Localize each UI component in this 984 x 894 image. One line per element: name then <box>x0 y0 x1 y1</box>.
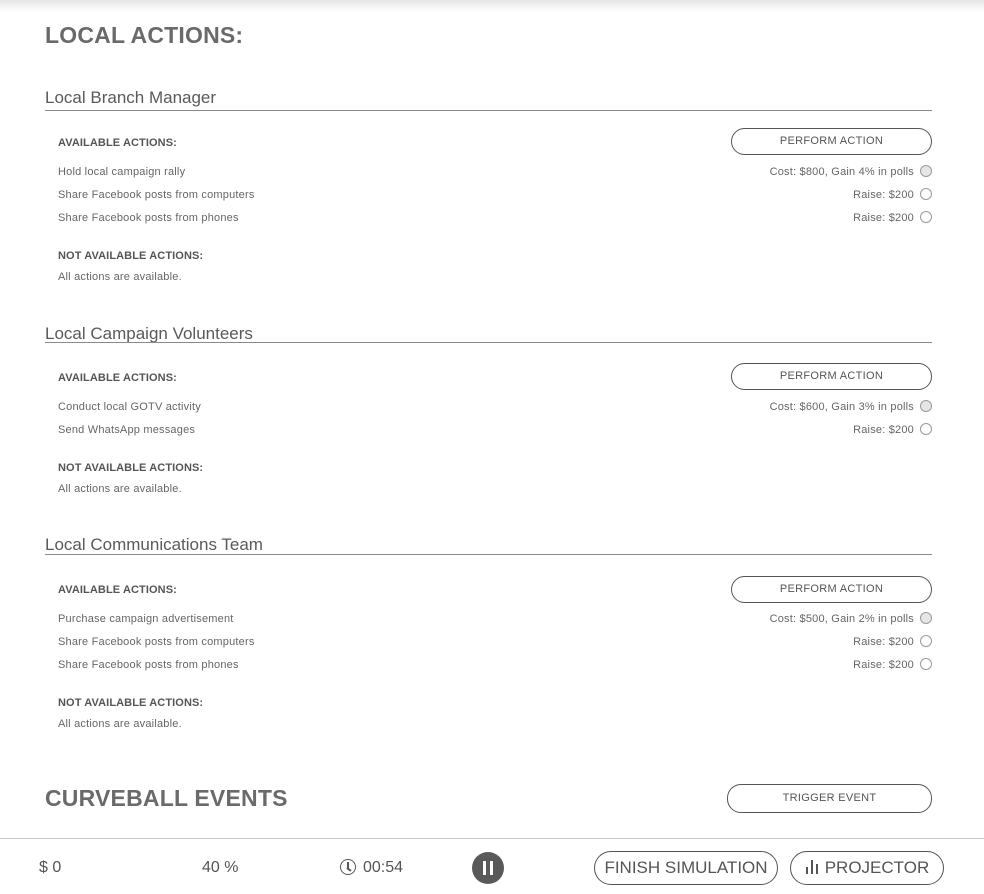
section-local-branch-manager: Local Branch Manager AVAILABLE ACTIONS: … <box>45 88 932 288</box>
bottom-status-bar: $ 0 40 % 00:54 FINISH SIMULATION PROJECT… <box>0 838 984 894</box>
pause-icon <box>483 861 486 875</box>
action-radio[interactable] <box>920 635 932 647</box>
action-meta: Raise: $200 <box>853 212 914 224</box>
action-meta: Raise: $200 <box>853 189 914 201</box>
not-available-actions-label: NOT AVAILABLE ACTIONS: <box>58 462 204 474</box>
action-radio[interactable] <box>920 400 932 412</box>
main-content: LOCAL ACTIONS: Local Branch Manager AVAI… <box>0 0 984 838</box>
action-name: Share Facebook posts from phones <box>58 212 239 224</box>
action-meta: Cost: $500, Gain 2% in polls <box>769 613 914 625</box>
timer-value: 00:54 <box>363 859 404 876</box>
action-radio[interactable] <box>920 165 932 177</box>
action-radio[interactable] <box>920 423 932 435</box>
pause-button[interactable] <box>472 852 504 884</box>
action-name: Share Facebook posts from phones <box>58 659 239 671</box>
bar-chart-icon <box>805 860 819 874</box>
not-available-actions-label: NOT AVAILABLE ACTIONS: <box>58 697 204 709</box>
action-name: Purchase campaign advertisement <box>58 613 234 625</box>
action-radio[interactable] <box>920 612 932 624</box>
section-divider <box>45 342 932 343</box>
clock-icon <box>340 859 356 875</box>
perform-action-button[interactable]: PERFORM ACTION <box>731 363 932 390</box>
projector-button[interactable]: PROJECTOR <box>790 851 944 885</box>
action-radio[interactable] <box>920 658 932 670</box>
trigger-event-button[interactable]: TRIGGER EVENT <box>727 784 932 813</box>
action-name: Hold local campaign rally <box>58 166 186 178</box>
available-actions-label: AVAILABLE ACTIONS: <box>58 584 177 596</box>
projector-label: PROJECTOR <box>824 858 930 877</box>
action-meta: Raise: $200 <box>853 636 914 648</box>
money-value: $ 0 <box>39 859 62 876</box>
action-name: Share Facebook posts from computers <box>58 189 255 201</box>
curveball-events-heading: CURVEBALL EVENTS <box>45 785 288 811</box>
perform-action-button[interactable]: PERFORM ACTION <box>731 576 932 603</box>
section-local-campaign-volunteers: Local Campaign Volunteers AVAILABLE ACTI… <box>45 324 932 504</box>
finish-simulation-button[interactable]: FINISH SIMULATION <box>594 851 778 885</box>
pause-icon-bar <box>490 861 493 875</box>
section-title: Local Campaign Volunteers <box>45 324 253 343</box>
action-name: Conduct local GOTV activity <box>58 401 201 413</box>
page-title: LOCAL ACTIONS: <box>45 22 244 48</box>
action-name: Send WhatsApp messages <box>58 424 196 436</box>
section-divider <box>45 554 932 555</box>
not-available-text: All actions are available. <box>58 483 182 495</box>
action-name: Share Facebook posts from computers <box>58 636 255 648</box>
action-radio[interactable] <box>920 211 932 223</box>
not-available-text: All actions are available. <box>58 718 182 730</box>
section-title: Local Communications Team <box>45 535 263 554</box>
action-meta: Raise: $200 <box>853 424 914 436</box>
section-divider <box>45 110 932 111</box>
perform-action-button[interactable]: PERFORM ACTION <box>731 128 932 155</box>
section-title: Local Branch Manager <box>45 88 217 107</box>
available-actions-label: AVAILABLE ACTIONS: <box>58 372 177 384</box>
action-meta: Cost: $800, Gain 4% in polls <box>769 166 914 178</box>
not-available-text: All actions are available. <box>58 271 182 283</box>
not-available-actions-label: NOT AVAILABLE ACTIONS: <box>58 250 204 262</box>
action-meta: Raise: $200 <box>853 659 914 671</box>
section-local-communications-team: Local Communications Team AVAILABLE ACTI… <box>45 535 932 735</box>
polls-value: 40 % <box>202 859 239 876</box>
available-actions-label: AVAILABLE ACTIONS: <box>58 137 177 149</box>
action-meta: Cost: $600, Gain 3% in polls <box>769 401 914 413</box>
action-radio[interactable] <box>920 188 932 200</box>
